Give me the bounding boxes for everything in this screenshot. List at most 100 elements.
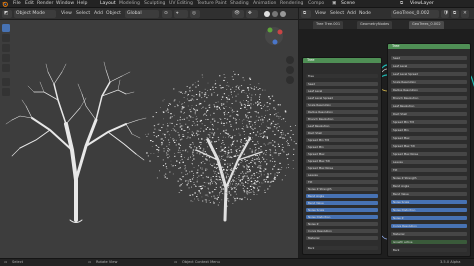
node-field-row[interactable]: Noise Z (306, 222, 378, 226)
node-header[interactable]: Tree (303, 58, 381, 63)
node-field-row[interactable]: Material (306, 236, 378, 240)
material-field[interactable]: Bark (391, 248, 467, 252)
node-field-row[interactable]: Noise Z Strength (391, 176, 467, 180)
node-field-row[interactable]: Spread Min Tilt (391, 120, 467, 124)
node-field-row[interactable]: Leaf Level (306, 89, 378, 93)
node-field-row[interactable]: Spread Max Tilt (306, 159, 378, 163)
node-field-row[interactable]: Spread Max (306, 152, 378, 156)
node-field-row[interactable]: Leaf Level Spread (391, 72, 467, 76)
tab-animation[interactable]: Animation (253, 1, 276, 7)
new-tree-icon[interactable]: ⧉ (451, 10, 459, 18)
node-tree-selector[interactable]: GeoTrees_0.002 (391, 10, 439, 18)
node-field-row[interactable]: Spread Min (391, 128, 467, 132)
tab-layout[interactable]: Layout (100, 1, 116, 7)
visibility-icon[interactable]: 👁 (232, 10, 244, 18)
node-field-row[interactable]: Noise Scale (306, 208, 378, 212)
tab-uv-editing[interactable]: UV Editing (169, 1, 193, 7)
node-field-row[interactable]: Leaf Level Spread (306, 96, 378, 100)
gizmo-icon[interactable]: ✥ (246, 10, 258, 18)
node-field-row[interactable]: Tilt (306, 180, 378, 184)
material-field[interactable]: Bark (306, 246, 378, 250)
node-field-row[interactable]: Leaves (306, 173, 378, 177)
viewport-menu-object[interactable]: Object (106, 11, 121, 17)
node-field-row[interactable]: Root Shell (391, 112, 467, 116)
node-field-row[interactable]: Scale Resolution (391, 80, 467, 84)
proportional-icon[interactable]: ◎ (190, 10, 200, 18)
node-field-row[interactable]: Spread Max Noise (391, 152, 467, 156)
node-field-row[interactable]: Radius Resolution (391, 88, 467, 92)
growth-field[interactable]: Growth active (391, 240, 467, 244)
node-field-row[interactable]: Noise Distortion (306, 215, 378, 219)
ne-menu-add[interactable]: Add (347, 11, 356, 17)
node-field-row[interactable]: Spread Max Noise (306, 166, 378, 170)
node-field-row[interactable]: Spread Max Tilt (391, 144, 467, 148)
node-field-row[interactable]: Branch Resolution (306, 117, 378, 121)
mode-selector[interactable]: Object Mode (14, 10, 56, 18)
view-layer-selector[interactable]: ViewLayer (410, 1, 434, 7)
node-field-row[interactable]: Branch Resolution (391, 96, 467, 100)
node-dropdown[interactable]: Tree (306, 74, 378, 78)
shading-material-icon[interactable] (272, 11, 278, 17)
snap-icon[interactable]: ⌖ (174, 10, 188, 18)
node-field-row[interactable]: Spread Min Tilt (306, 138, 378, 142)
node-field-row[interactable]: Tilt (391, 168, 467, 172)
node-field-row[interactable]: Scale Resolution (306, 103, 378, 107)
3d-viewport[interactable] (0, 20, 298, 258)
node-field-row[interactable]: Bend Angle (391, 184, 467, 188)
node-field-row[interactable]: Curve Resolution (391, 224, 467, 228)
menu-window[interactable]: Window (56, 1, 74, 7)
tab-shading[interactable]: Shading (230, 1, 249, 7)
shading-solid-icon[interactable] (264, 11, 270, 17)
menu-render[interactable]: Render (37, 1, 53, 7)
node-header[interactable]: Tree (388, 44, 470, 49)
scene-selector[interactable]: Scene (341, 1, 355, 7)
node-field-row[interactable]: Root Shell (306, 131, 378, 135)
tab-modeling[interactable]: Modeling (119, 1, 140, 7)
breadcrumb-tree[interactable]: Tree Tree.001 (313, 21, 344, 29)
menu-edit[interactable]: Edit (25, 1, 34, 7)
node-field-row[interactable]: Bend Value (306, 201, 378, 205)
node-field-row[interactable]: Seed (391, 56, 467, 60)
node-field-row[interactable]: Noise Scale (391, 200, 467, 204)
node-field-row[interactable]: Noise Z Strength (306, 187, 378, 191)
node-field-row[interactable]: Leaf Resolution (306, 124, 378, 128)
node-field-row[interactable]: Curve Resolution (306, 229, 378, 233)
node-field-row[interactable]: Leaves (391, 160, 467, 164)
shading-rendered-icon[interactable] (280, 11, 286, 17)
breadcrumb-node-group[interactable]: GeoTrees_0.002 (409, 21, 444, 29)
menu-help[interactable]: Help (77, 1, 87, 7)
transform-orientation[interactable]: Global (125, 10, 159, 18)
node-field-row[interactable]: Radius Resolution (306, 110, 378, 114)
node-field-row[interactable]: Leaf Resolution (391, 104, 467, 108)
editor-type-icon[interactable]: ◩ (2, 10, 12, 18)
ne-menu-select[interactable]: Select (330, 11, 344, 17)
tab-compositing[interactable]: Compo (308, 1, 324, 7)
node-field-row[interactable]: Seed (306, 82, 378, 86)
pivot-icon[interactable]: ⊙ (162, 10, 172, 18)
tab-rendering[interactable]: Rendering (280, 1, 303, 7)
close-icon[interactable]: ✕ (461, 10, 469, 18)
node-field-row[interactable]: Bend Angle (306, 194, 378, 198)
node-field-row[interactable]: Noise Z (391, 216, 467, 220)
node-editor-type-icon[interactable]: ⧉ (301, 10, 311, 18)
viewport-menu-view[interactable]: View (61, 11, 72, 17)
node-field-row[interactable]: Material (391, 232, 467, 236)
blender-logo-icon[interactable] (2, 1, 8, 7)
ne-menu-view[interactable]: View (315, 11, 326, 17)
node-field-row[interactable]: Leaf Level (391, 64, 467, 68)
tree-node-left[interactable]: Tree Tree Bark Seed Leaf Level Leaf Level … (302, 57, 382, 255)
node-field-row[interactable]: Spread Max (391, 136, 467, 140)
node-field-row[interactable]: Noise Distortion (391, 208, 467, 212)
menu-file[interactable]: File (13, 1, 21, 7)
node-field-row[interactable]: Spread Min (306, 145, 378, 149)
fake-user-icon[interactable]: 🛡 (441, 10, 449, 18)
tree-node-right[interactable]: Tree Growth active Bark Seed Leaf Level Le… (387, 43, 471, 257)
node-editor-canvas[interactable]: Tree Tree Bark Seed Leaf Level Leaf Level … (299, 29, 474, 258)
ne-menu-node[interactable]: Node (359, 11, 371, 17)
tab-sculpting[interactable]: Sculpting (144, 1, 165, 7)
viewport-menu-add[interactable]: Add (94, 11, 103, 17)
tab-texture-paint[interactable]: Texture Paint (197, 1, 227, 7)
breadcrumb-geometry-nodes[interactable]: GeometryNodes (357, 21, 393, 29)
node-field-row[interactable]: Bend Value (391, 192, 467, 196)
viewport-menu-select[interactable]: Select (76, 11, 90, 17)
